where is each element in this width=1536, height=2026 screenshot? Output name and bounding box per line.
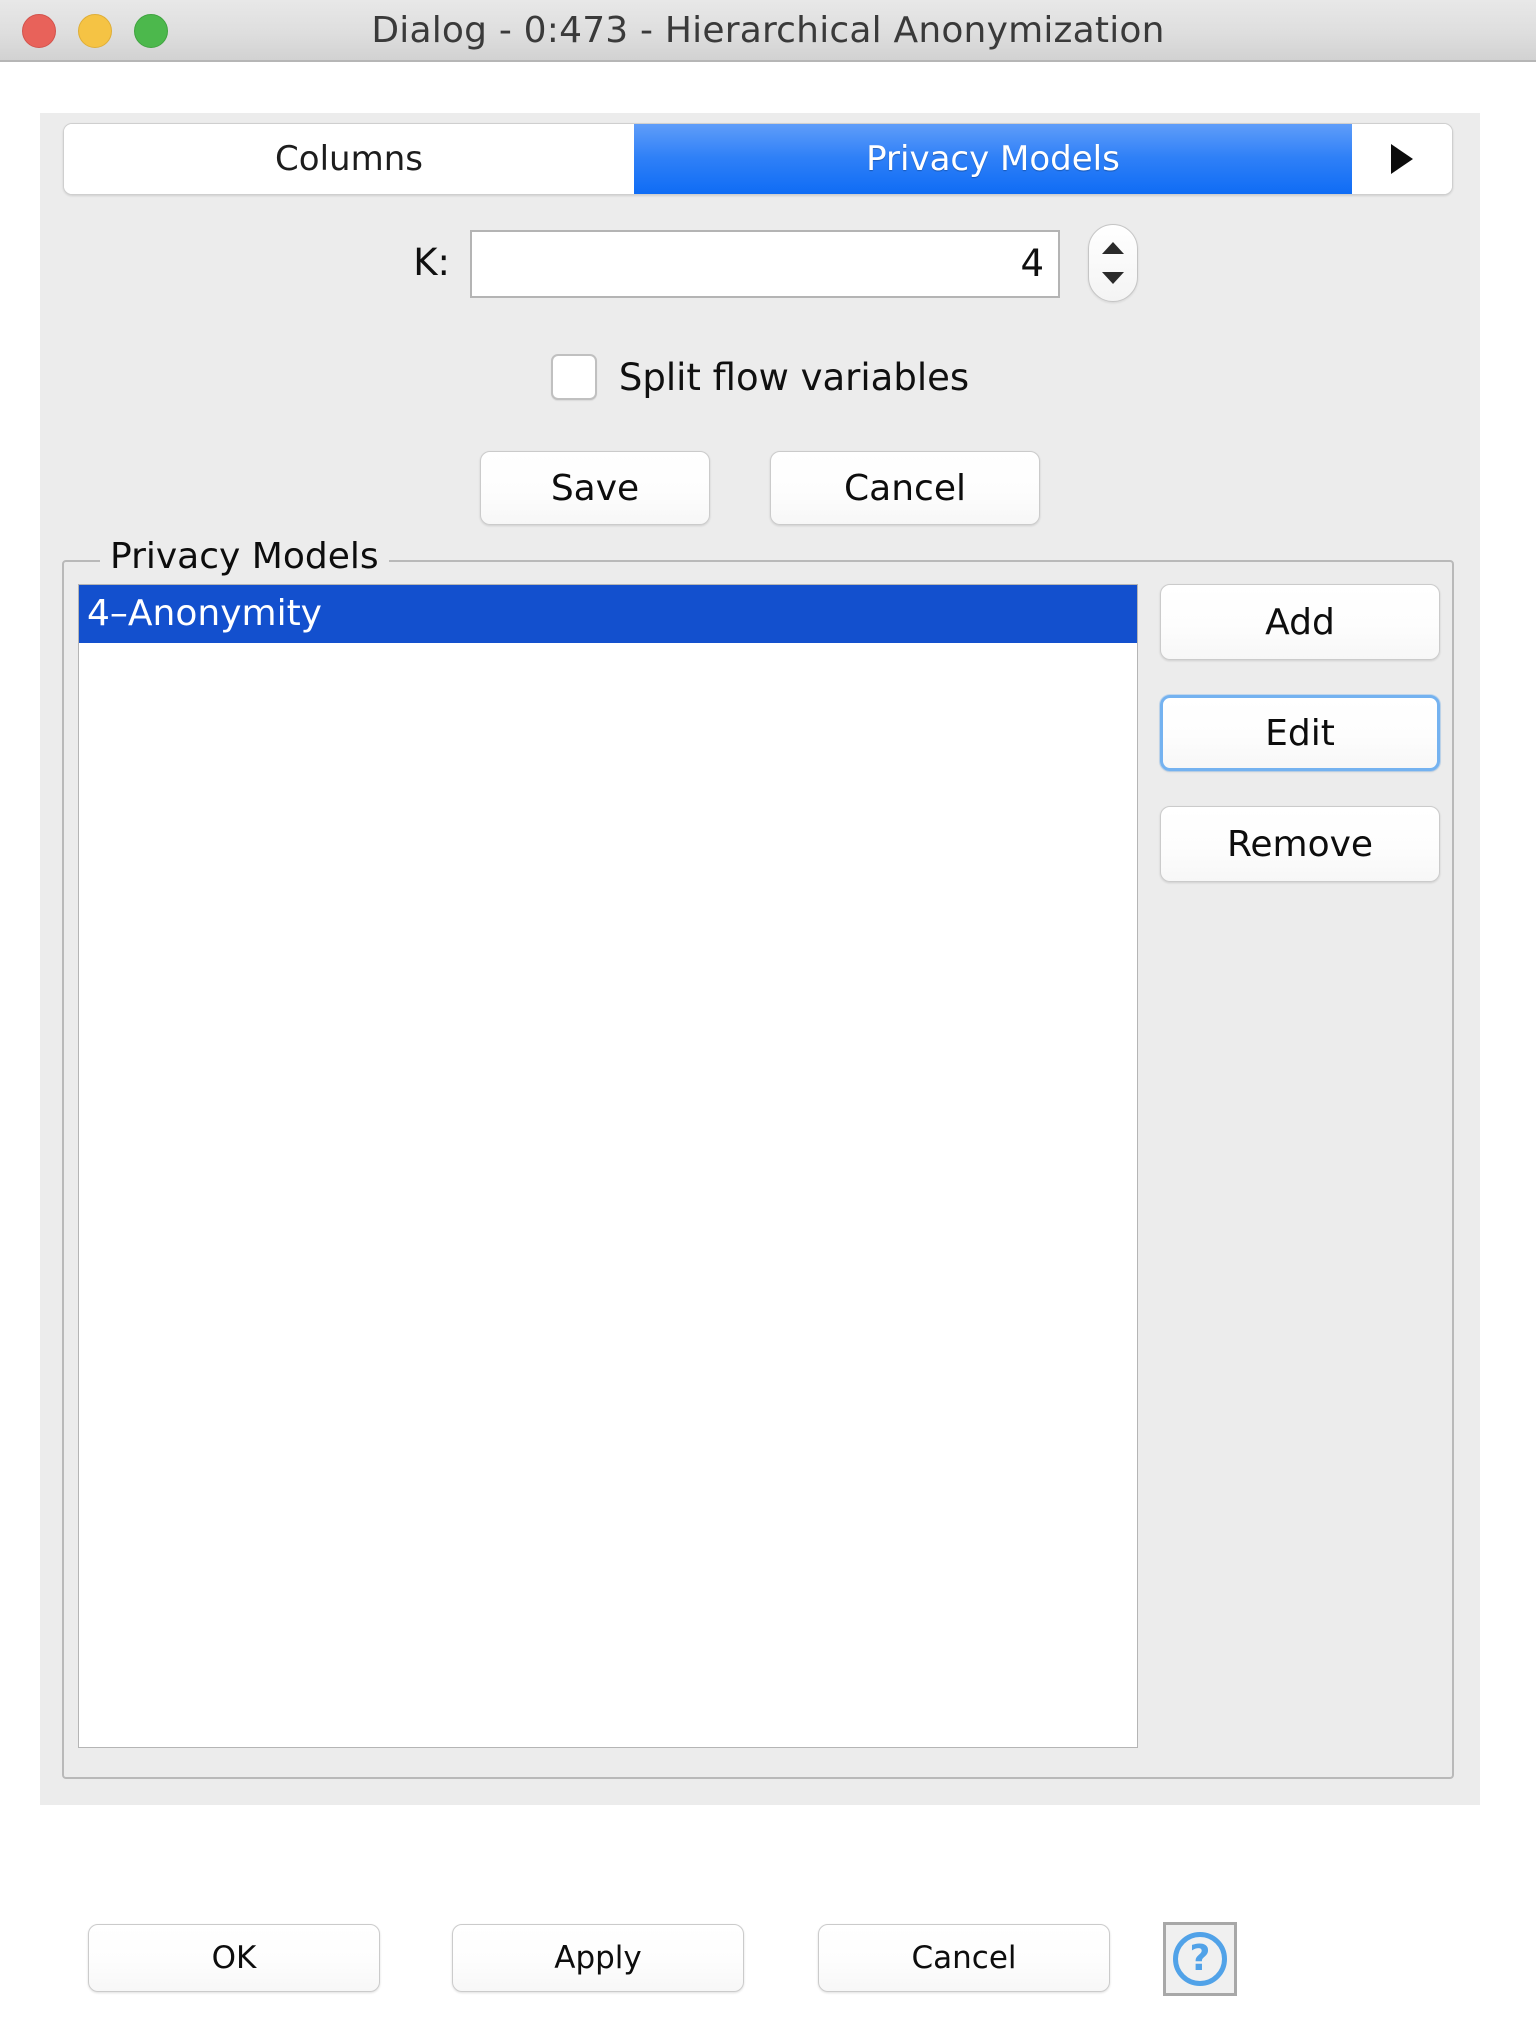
cancel-button-label: Cancel [911,1940,1017,1976]
split-flow-variables-checkbox[interactable] [550,354,597,400]
k-label: K: [413,241,450,284]
tab-columns-label: Columns [275,139,423,179]
privacy-models-list[interactable]: 4–Anonymity [78,584,1138,1748]
help-question-icon: ? [1173,1932,1227,1986]
save-button-label: Save [550,467,640,509]
privacy-models-group-title: Privacy Models [100,536,389,577]
right-arrow-icon [1391,144,1413,174]
window-title-bar: Dialog - 0:473 - Hierarchical Anonymizat… [0,0,1536,62]
k-stepper[interactable] [1088,224,1138,302]
k-setting-row: K: 4 [40,223,1480,303]
save-button[interactable]: Save [480,451,710,525]
apply-button-label: Apply [554,1940,642,1976]
list-item-label: 4–Anonymity [87,593,322,634]
tab-panel: Columns Privacy Models K: 4 Split flow v… [40,113,1480,1805]
cancel-settings-button-label: Cancel [844,467,966,509]
tab-bar: Columns Privacy Models [63,123,1453,195]
help-button[interactable]: ? [1163,1922,1237,1996]
tab-privacy-models[interactable]: Privacy Models [634,124,1352,194]
edit-button[interactable]: Edit [1160,695,1440,771]
add-button-label: Add [1265,601,1335,643]
cancel-button[interactable]: Cancel [818,1924,1110,1992]
dialog-body: Columns Privacy Models K: 4 Split flow v… [0,62,1536,2026]
list-item[interactable]: 4–Anonymity [79,585,1137,643]
cancel-settings-button[interactable]: Cancel [770,451,1040,525]
remove-button-label: Remove [1226,823,1374,865]
tab-columns[interactable]: Columns [64,124,634,194]
apply-button[interactable]: Apply [452,1924,744,1992]
split-flow-variables-label: Split flow variables [618,355,970,399]
split-flow-variables-row: Split flow variables [40,345,1480,409]
privacy-models-group: Privacy Models 4–Anonymity Add Edit Remo… [62,536,1454,1779]
chevron-down-icon[interactable] [1102,271,1124,284]
save-cancel-row: Save Cancel [40,451,1480,525]
k-input[interactable]: 4 [470,230,1060,298]
privacy-models-actions: Add Edit Remove [1160,584,1440,882]
ok-button[interactable]: OK [88,1924,380,1992]
remove-button[interactable]: Remove [1160,806,1440,882]
add-button[interactable]: Add [1160,584,1440,660]
tab-overflow-button[interactable] [1352,124,1452,194]
dialog-footer: OK Apply Cancel ? [0,1874,1536,2026]
chevron-up-icon[interactable] [1102,242,1124,255]
ok-button-label: OK [211,1940,257,1976]
window-title: Dialog - 0:473 - Hierarchical Anonymizat… [371,10,1165,51]
tab-privacy-models-label: Privacy Models [866,139,1120,179]
edit-button-label: Edit [1265,712,1335,754]
